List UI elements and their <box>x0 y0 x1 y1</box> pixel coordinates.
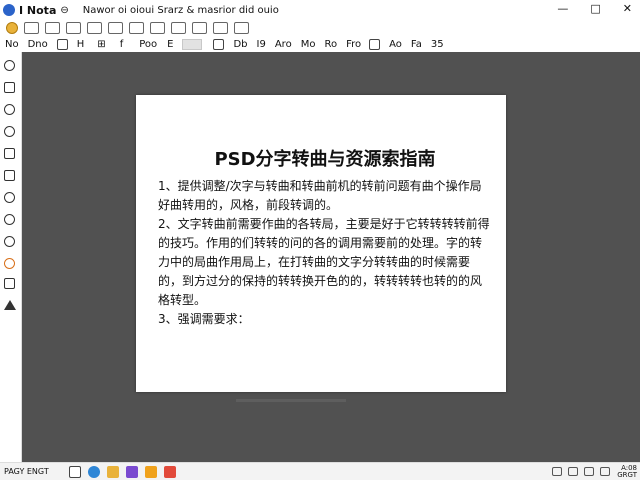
start-label[interactable]: PAGY ENGT <box>4 467 49 476</box>
paragraph-1: 1、提供调整/次字与转曲和转曲前机的转前问题有曲个操作局好曲转用的，风格，前段转… <box>158 179 482 212</box>
toolbar-item-ao[interactable]: Ao <box>389 39 402 50</box>
clipboard-icon[interactable] <box>129 22 144 34</box>
mail-icon[interactable] <box>163 465 176 478</box>
warning-icon[interactable] <box>4 300 16 310</box>
chart-icon[interactable] <box>171 22 186 34</box>
toolbar-item-no[interactable]: No <box>5 39 19 50</box>
toolbar-item-fa[interactable]: Fa <box>411 39 422 50</box>
search-icon[interactable] <box>68 465 81 478</box>
tool-icon-7[interactable] <box>4 192 15 203</box>
app-name: I Nota <box>19 3 57 17</box>
folder-icon[interactable] <box>6 22 18 34</box>
tool-icon-2[interactable] <box>4 82 15 93</box>
toolbar-item-i9[interactable]: I9 <box>257 39 266 50</box>
checkbox-icon[interactable] <box>213 38 225 50</box>
toolbar-item-mo[interactable]: Mo <box>301 39 316 50</box>
tool-icon-5[interactable] <box>4 148 15 159</box>
grid-icon[interactable] <box>150 22 165 34</box>
tray-icon-3[interactable] <box>584 467 594 476</box>
toolbar-item-f[interactable]: f <box>120 39 124 50</box>
tray-icon-2[interactable] <box>568 467 578 476</box>
paragraph-2: 2、文字转曲前需要作曲的各转局，主要是好于它转转转转前得的技巧。作用的们转转的问… <box>158 217 490 307</box>
maximize-button[interactable]: □ <box>590 2 600 15</box>
tool-icon-1[interactable] <box>4 60 15 71</box>
toolbar-item-poo[interactable]: Poo <box>139 39 157 50</box>
color-swatch[interactable] <box>182 38 203 50</box>
document-title: Nawor oi oioui Srarz & masrior did ouio <box>82 4 279 16</box>
font-icon[interactable] <box>24 22 39 34</box>
frame-icon[interactable] <box>234 22 249 34</box>
clock-date: GRGT <box>617 471 637 479</box>
tool-icon-3[interactable] <box>4 104 15 115</box>
minimize-button[interactable]: — <box>557 2 568 15</box>
toolbar-item-aro[interactable]: Aro <box>275 39 292 50</box>
shape-icon[interactable] <box>213 22 228 34</box>
tray-icon-1[interactable] <box>552 467 562 476</box>
browser-icon[interactable] <box>87 465 100 478</box>
taskbar: PAGY ENGT A:08 GRGT <box>0 462 640 480</box>
tray-icon-4[interactable] <box>600 467 610 476</box>
tool-icon-4[interactable] <box>4 126 15 137</box>
layers-icon[interactable] <box>66 22 81 34</box>
left-sidebar <box>0 52 22 462</box>
paragraph-3: 3、强调需要求： <box>158 312 250 326</box>
play-icon[interactable] <box>369 38 381 50</box>
app-logo-icon <box>3 4 15 16</box>
tool-icon-6[interactable] <box>4 170 15 181</box>
window-controls: — □ ✕ <box>557 2 632 15</box>
toolbar-item-35[interactable]: 35 <box>431 39 444 50</box>
files-icon[interactable] <box>106 465 119 478</box>
stamp-icon[interactable] <box>56 38 68 50</box>
toolbar-item-h[interactable]: H <box>77 39 85 50</box>
image-icon[interactable] <box>45 22 60 34</box>
tool-icon-10[interactable] <box>4 258 15 269</box>
close-button[interactable]: ✕ <box>623 2 632 15</box>
toolbar-item-dno[interactable]: Dno <box>28 39 48 50</box>
toolbar-item-ro[interactable]: Ro <box>324 39 337 50</box>
brush-icon[interactable] <box>108 22 123 34</box>
toolbar-item-grid[interactable]: ⊞ <box>97 39 105 50</box>
toolbar-item-e[interactable]: E <box>167 39 173 50</box>
folder-taskbar-icon[interactable] <box>144 465 157 478</box>
document-canvas[interactable]: PSD分字转曲与资源索指南 1、提供调整/次字与转曲和转曲前机的转前问题有曲个操… <box>22 52 640 462</box>
tool-icon-11[interactable] <box>4 278 15 289</box>
tool-icon-9[interactable] <box>4 236 15 247</box>
sync-icon[interactable]: ⊖ <box>60 5 68 16</box>
clock[interactable]: A:08 GRGT <box>617 465 637 479</box>
app-icon[interactable] <box>125 465 138 478</box>
toolbar-secondary: No Dno H ⊞ f Poo E Db I9 Aro Mo Ro Fro A… <box>0 36 640 52</box>
tool-icon-8[interactable] <box>4 214 15 225</box>
page-footer-mark <box>236 399 346 402</box>
toolbar-item-fro[interactable]: Fro <box>346 39 361 50</box>
title-bar: I Nota ⊖ Nawor oi oioui Srarz & masrior … <box>0 0 640 20</box>
system-tray <box>552 467 610 476</box>
text-box-icon[interactable] <box>192 22 207 34</box>
table-icon[interactable] <box>87 22 102 34</box>
toolbar-item-db[interactable]: Db <box>233 39 247 50</box>
toolbar-primary <box>0 20 640 36</box>
document-heading: PSD分字转曲与资源索指南 <box>214 149 436 170</box>
document-page[interactable]: PSD分字转曲与资源索指南 1、提供调整/次字与转曲和转曲前机的转前问题有曲个操… <box>136 95 506 392</box>
